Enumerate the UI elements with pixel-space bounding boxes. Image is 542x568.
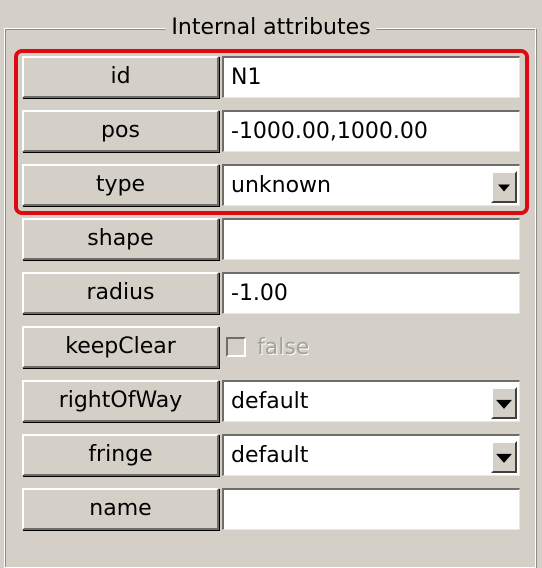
attribute-label-button-id[interactable]: id [22, 56, 219, 98]
keepclear-checkbox[interactable] [226, 337, 246, 357]
attribute-row-type: type unknown [22, 164, 520, 206]
attribute-label-button-keepclear[interactable]: keepClear [22, 326, 219, 368]
chevron-down-icon [498, 184, 510, 192]
group-title: Internal attributes [165, 14, 377, 42]
attribute-label-button-pos[interactable]: pos [22, 110, 219, 152]
fringe-combobox[interactable]: default [222, 434, 520, 476]
chevron-down-icon [496, 399, 512, 409]
radius-field[interactable]: -1.00 [222, 272, 520, 314]
attribute-row-name: name [22, 488, 520, 530]
id-field[interactable]: N1 [222, 56, 520, 98]
attribute-row-pos: pos -1000.00,1000.00 [22, 110, 520, 152]
pos-field[interactable]: -1000.00,1000.00 [222, 110, 520, 152]
rightofway-dropdown-button[interactable] [491, 387, 517, 419]
attribute-row-fringe: fringe default [22, 434, 520, 476]
type-dropdown-button[interactable] [491, 171, 517, 203]
attribute-label-button-fringe[interactable]: fringe [22, 434, 219, 476]
name-field[interactable] [222, 488, 520, 530]
rightofway-combobox[interactable]: default [222, 380, 520, 422]
shape-field[interactable] [222, 218, 520, 260]
attribute-label-button-radius[interactable]: radius [22, 272, 219, 314]
fringe-dropdown-button[interactable] [491, 441, 517, 473]
chevron-down-icon [496, 453, 512, 463]
fringe-combobox-value: default [231, 443, 309, 468]
attribute-row-rightofway: rightOfWay default [22, 380, 520, 422]
rightofway-combobox-value: default [231, 389, 309, 414]
attribute-row-keepclear: keepClear false [22, 326, 520, 368]
attribute-label-button-type[interactable]: type [22, 164, 219, 206]
type-combobox[interactable]: unknown [222, 164, 520, 206]
attribute-row-id: id N1 [22, 56, 520, 98]
attribute-row-shape: shape [22, 218, 520, 260]
attribute-label-button-shape[interactable]: shape [22, 218, 219, 260]
keepclear-checkbox-label: false [257, 334, 310, 360]
attribute-label-button-rightofway[interactable]: rightOfWay [22, 380, 219, 422]
type-combobox-value: unknown [231, 173, 331, 198]
keepclear-checkbox-area: false [226, 326, 309, 368]
attribute-row-radius: radius -1.00 [22, 272, 520, 314]
attribute-label-button-name[interactable]: name [22, 488, 219, 530]
